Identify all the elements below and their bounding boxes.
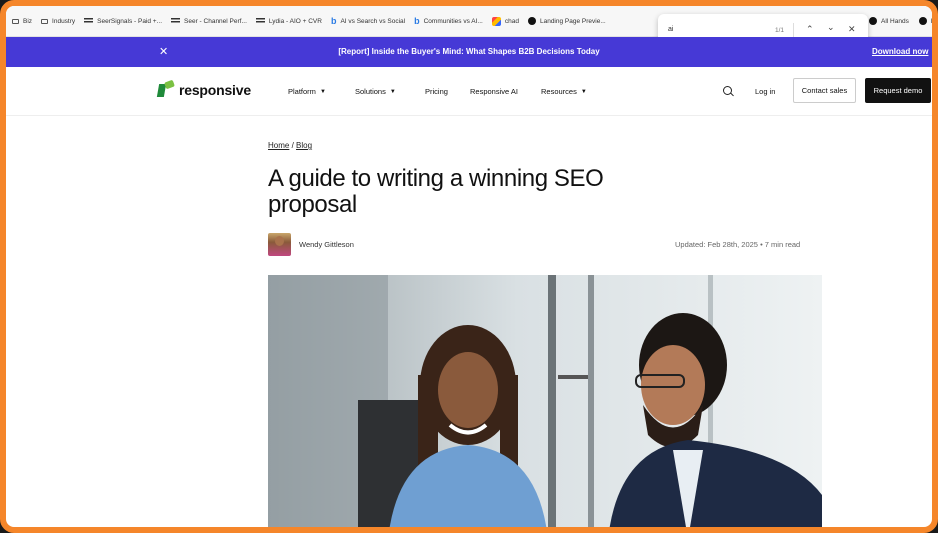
circle-icon (869, 17, 877, 25)
nav-item-responsive-ai[interactable]: Responsive AI (470, 87, 518, 96)
nav-item-resources[interactable]: Resources ▼ (541, 87, 587, 96)
bookmark-industry[interactable]: Industry (41, 18, 75, 25)
bookmark-lydia[interactable]: Lydia - AIO + CVR (255, 18, 322, 25)
contact-sales-button[interactable]: Contact sales (793, 78, 856, 103)
seer-icon (255, 18, 265, 24)
author-block: Wendy Gittleson (268, 233, 354, 256)
log-in-link[interactable]: Log in (755, 87, 775, 96)
read-time: 7 min read (764, 240, 801, 249)
breadcrumb-home[interactable]: Home (268, 141, 289, 150)
chevron-down-icon: ▼ (319, 88, 326, 95)
responsive-logo-icon (156, 79, 175, 98)
circle-icon (918, 17, 927, 25)
chevron-up-icon[interactable]: ⌃ (806, 24, 814, 35)
b-icon: b (330, 16, 337, 26)
folder-icon (41, 18, 49, 24)
bookmark-all-hands[interactable]: All Hands Le (869, 17, 932, 25)
chevron-down-icon: ▼ (580, 88, 587, 95)
folder-icon (12, 18, 19, 24)
close-icon[interactable]: ✕ (848, 24, 856, 35)
announcement-text[interactable]: [Report] Inside the Buyer's Mind: What S… (6, 47, 932, 56)
breadcrumb-blog[interactable]: Blog (296, 141, 312, 150)
find-count: 1/1 (775, 27, 785, 34)
hero-photo-illustration (268, 275, 822, 527)
article-meta: Updated: Feb 28th, 2025 • 7 min read (675, 240, 800, 249)
nav-item-platform[interactable]: Platform ▼ (288, 87, 326, 96)
announcement-bar: ✕ [Report] Inside the Buyer's Mind: What… (6, 37, 932, 67)
circle-icon (527, 17, 536, 25)
seer-icon (171, 18, 181, 24)
updated-date: Updated: Feb 28th, 2025 (675, 240, 758, 249)
breadcrumb: Home / Blog (268, 141, 312, 150)
search-icon[interactable] (723, 86, 732, 95)
nav-item-solutions[interactable]: Solutions ▼ (355, 87, 396, 96)
bookmark-communities[interactable]: b Communities vs AI... (414, 16, 483, 26)
main-nav: responsive Platform ▼ Solutions ▼ Pricing … (6, 67, 932, 116)
browser-frame: Biz Industry SeerSignals - Paid +... See… (0, 0, 938, 533)
bookmark-landing-page[interactable]: Landing Page Previe... (527, 17, 606, 25)
seer-icon (84, 18, 94, 24)
request-demo-button[interactable]: Request demo (865, 78, 931, 103)
nav-item-pricing[interactable]: Pricing (425, 87, 448, 96)
author-name[interactable]: Wendy Gittleson (299, 240, 354, 249)
avatar (268, 233, 291, 256)
b-icon: b (414, 16, 420, 26)
bookmark-seersignals[interactable]: SeerSignals - Paid +... (84, 18, 162, 25)
find-input[interactable]: ai (668, 26, 673, 33)
download-now-link[interactable]: Download now (872, 47, 928, 56)
page-title: A guide to writing a winning SEO proposa… (268, 165, 604, 218)
hero-image (268, 275, 822, 527)
chevron-down-icon[interactable]: ⌄ (827, 22, 835, 33)
chevron-down-icon: ▼ (389, 88, 396, 95)
logo[interactable]: responsive (156, 79, 251, 98)
bookmark-seer-channel[interactable]: Seer - Channel Perf... (171, 18, 247, 25)
bookmark-chad[interactable]: chad (491, 16, 519, 26)
chad-icon (491, 16, 501, 26)
bookmark-biz[interactable]: Biz (12, 18, 32, 25)
bookmark-ai-vs-search[interactable]: b AI vs Search vs Social (331, 16, 405, 26)
